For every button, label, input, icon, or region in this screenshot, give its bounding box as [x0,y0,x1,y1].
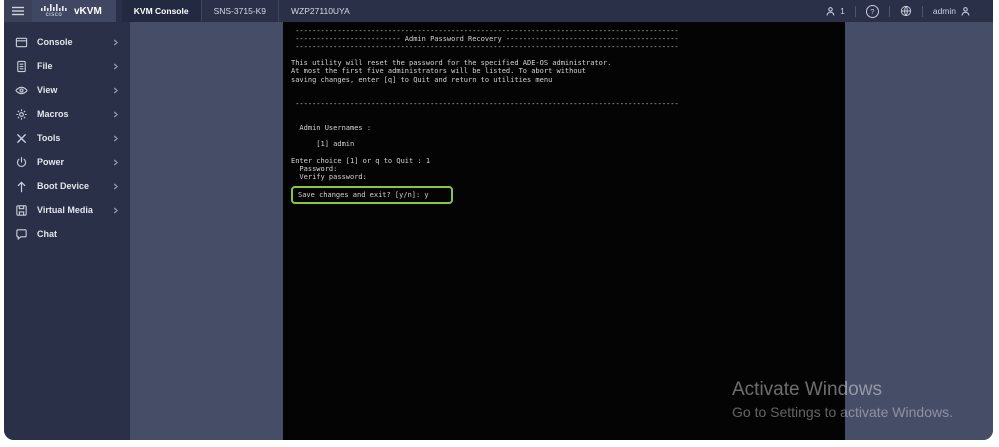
sidebar-item-boot-device[interactable]: Boot Device [4,174,130,198]
eye-icon [15,84,28,97]
language-button[interactable] [890,5,922,17]
help-icon: ? [865,4,879,18]
cisco-logo-icon: cisco [41,4,67,18]
sidebar-item-tools[interactable]: Tools [4,126,130,150]
chevron-right-icon [111,134,120,143]
chevron-right-icon [111,62,120,71]
tab-device-serial[interactable]: WZP27110UYA [278,0,362,22]
user-session-icon [825,6,836,17]
sidebar-item-label: Chat [37,229,57,239]
chevron-right-icon [111,158,120,167]
username: admin [932,6,956,16]
tab-bar: KVM Console SNS-3715-K9 WZP27110UYA [121,0,362,22]
chevron-right-icon [111,38,120,47]
kvm-terminal-screen[interactable]: ----------------------------------------… [283,22,845,440]
chevron-right-icon [111,110,120,119]
help-button[interactable]: ? [856,4,889,18]
user-icon [960,6,971,17]
session-count-button[interactable]: 1 [815,6,855,17]
sidebar-item-label: Macros [37,109,69,119]
sidebar-item-label: Power [37,157,65,167]
sidebar-item-label: Boot Device [37,181,90,191]
hamburger-menu-button[interactable] [4,0,32,22]
gear-icon [15,108,28,121]
sidebar-item-label: Console [37,37,73,47]
left-gutter-panel [130,22,283,440]
power-icon [15,156,28,169]
tools-icon [15,132,28,145]
sidebar-item-file[interactable]: File [4,54,130,78]
sidebar-item-chat[interactable]: Chat [4,222,130,246]
file-icon [15,60,28,73]
sidebar-item-macros[interactable]: Macros [4,102,130,126]
sidebar-item-label: View [37,85,58,95]
titlebar: cisco vKVM KVM Console SNS-3715-K9 WZP27… [4,0,993,22]
chat-icon [15,228,28,241]
brand: cisco vKVM [32,0,116,22]
sidebar: Console File View Macros Tools Power Boo… [4,22,130,440]
console-icon [15,36,28,49]
sidebar-item-power[interactable]: Power [4,150,130,174]
sidebar-item-virtual-media[interactable]: Virtual Media [4,198,130,222]
globe-icon [900,5,912,17]
session-count: 1 [840,6,845,16]
sidebar-item-console[interactable]: Console [4,30,130,54]
chevron-right-icon [111,182,120,191]
sidebar-item-label: Tools [37,133,61,143]
terminal-output: ----------------------------------------… [291,27,679,181]
sidebar-item-view[interactable]: View [4,78,130,102]
hamburger-icon [12,6,24,16]
cisco-logo-word: cisco [45,12,63,18]
chevron-right-icon [111,206,120,215]
terminal-prompt-row: Save changes and exit? [y/n]: y [286,184,845,204]
tab-kvm-console[interactable]: KVM Console [121,0,201,22]
vkvm-window: cisco vKVM KVM Console SNS-3715-K9 WZP27… [4,0,993,440]
titlebar-right: 1 ? admin [815,0,993,22]
right-gutter-panel [845,22,993,440]
sidebar-item-label: Virtual Media [37,205,93,215]
chevron-right-icon [111,86,120,95]
highlighted-prompt: Save changes and exit? [y/n]: y [291,185,453,204]
tab-device-model[interactable]: SNS-3715-K9 [200,0,278,22]
user-menu-button[interactable]: admin [923,6,981,17]
arrow-up-icon [15,180,28,193]
disk-icon [15,204,28,217]
product-name: vKVM [74,5,102,17]
sidebar-item-label: File [37,61,53,71]
